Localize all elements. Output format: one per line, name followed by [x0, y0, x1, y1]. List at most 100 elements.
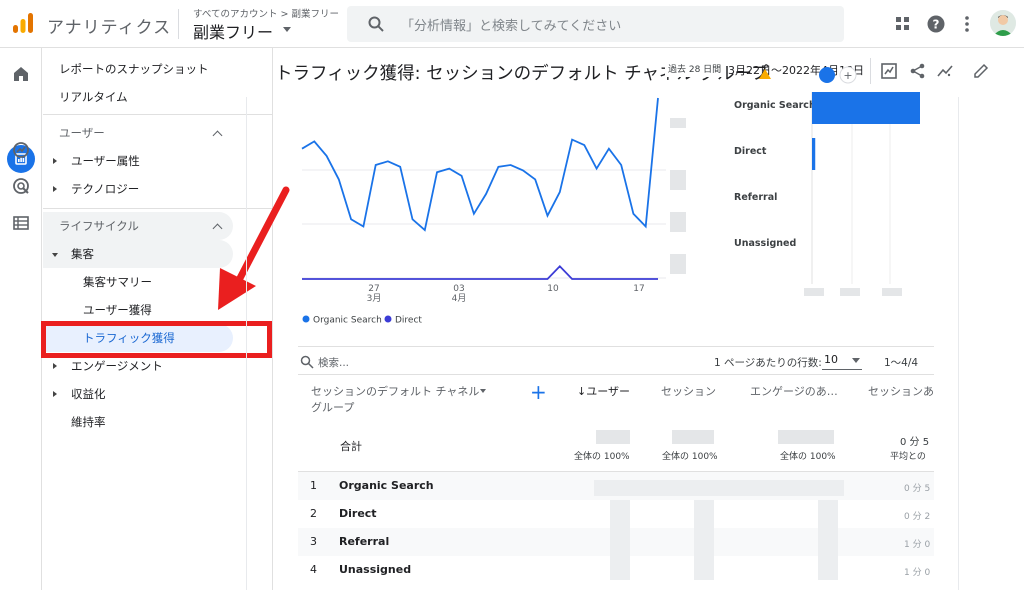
- row-per-session: 0 分 5: [904, 484, 931, 494]
- bar-category-label: Organic Search: [734, 100, 816, 111]
- account-breadcrumb[interactable]: すべてのアカウント > 副業フリー: [193, 6, 339, 20]
- column-header-engagement-per-session[interactable]: セッションあ: [868, 383, 934, 399]
- property-selector[interactable]: 副業フリー: [193, 19, 273, 43]
- expand-arrow-icon[interactable]: [53, 186, 57, 192]
- blurred-value: [672, 430, 714, 444]
- explore-icon[interactable]: [9, 138, 33, 162]
- report-navigation: レポートのスナップショット リアルタイム ユーザー ユーザー属性 テクノロジー …: [43, 48, 273, 590]
- customize-report-icon[interactable]: [880, 62, 898, 80]
- apps-grid-icon[interactable]: [893, 14, 913, 34]
- configure-list-icon[interactable]: [9, 211, 33, 235]
- row-channel-name: Referral: [339, 535, 390, 548]
- blurred-axis-label: [882, 288, 902, 296]
- nav-item-acquisition-overview[interactable]: 集客サマリー: [83, 268, 152, 296]
- expand-arrow-icon[interactable]: [53, 158, 57, 164]
- blurred-axis-label: [670, 254, 686, 274]
- row-index: 2: [310, 507, 317, 520]
- blurred-value: [610, 500, 630, 580]
- row-per-session: 1 分 0: [904, 540, 931, 550]
- blurred-value: [694, 500, 714, 580]
- dimension-dropdown-icon[interactable]: [480, 389, 486, 393]
- row-per-session: 0 分 2: [904, 512, 931, 522]
- user-avatar-icon: [990, 10, 1016, 36]
- bar[interactable]: [812, 92, 920, 124]
- rows-per-page-select[interactable]: 10: [824, 353, 838, 366]
- nav-item-retention[interactable]: 維持率: [71, 408, 106, 436]
- bar-category-label: Direct: [734, 146, 767, 157]
- avatar[interactable]: [990, 10, 1016, 36]
- chevron-down-icon[interactable]: [283, 27, 291, 32]
- home-icon[interactable]: [9, 62, 33, 86]
- x-tick-month: 3月: [367, 293, 382, 304]
- nav-divider: [43, 114, 273, 115]
- nav-item-acquisition[interactable]: 集客: [71, 240, 94, 268]
- x-tick-label: 10: [547, 284, 559, 294]
- row-index: 1: [310, 479, 317, 492]
- svg-text:?: ?: [933, 18, 940, 32]
- date-label[interactable]: 過去 28 日間: [665, 62, 725, 82]
- table-search-input[interactable]: 検索...: [318, 355, 349, 370]
- add-dimension-icon[interactable]: +: [530, 380, 547, 404]
- total-per-session-note: 平均との: [890, 452, 926, 462]
- table-divider: [298, 374, 934, 375]
- legend-label: Direct: [395, 316, 422, 326]
- divider: [178, 9, 179, 39]
- bar[interactable]: [812, 138, 816, 170]
- charts-area: 273月 034月 10 17 Organic Search Direct Organi…: [301, 92, 920, 326]
- help-icon[interactable]: ?: [926, 14, 946, 34]
- share-icon[interactable]: [909, 62, 927, 80]
- blurred-axis-label: [840, 288, 860, 296]
- legend-swatch: [384, 315, 392, 323]
- table-divider: [298, 346, 934, 347]
- column-header-dimension[interactable]: セッションのデフォルト チャネル: [311, 383, 479, 399]
- nav-item-user-acquisition[interactable]: ユーザー獲得: [83, 296, 152, 324]
- comparison-chips-icon[interactable]: +: [818, 64, 862, 86]
- total-users-pct: 全体の 100%: [574, 452, 630, 462]
- column-header-users[interactable]: ↓ユーザー: [577, 383, 630, 399]
- row-channel-name: Organic Search: [339, 479, 434, 492]
- total-engaged-pct: 全体の 100%: [780, 452, 836, 462]
- legend-swatch: [302, 315, 310, 323]
- chevron-up-icon[interactable]: [212, 130, 223, 141]
- nav-section-lifecycle[interactable]: ライフサイクル: [59, 212, 139, 240]
- date-preset-label: 過去 28 日間: [665, 63, 725, 77]
- row-channel-name: Unassigned: [339, 563, 412, 576]
- bar-category-label: Unassigned: [734, 238, 796, 249]
- expand-arrow-icon[interactable]: [53, 391, 57, 397]
- nav-item-realtime[interactable]: リアルタイム: [59, 83, 128, 111]
- more-vert-icon[interactable]: [957, 14, 977, 34]
- total-label: 合計: [340, 440, 362, 453]
- warning-icon[interactable]: [758, 68, 772, 80]
- collapse-arrow-icon[interactable]: [52, 253, 58, 257]
- row-index: 4: [310, 563, 317, 576]
- column-header-dimension-line2: グループ: [311, 401, 355, 414]
- search-bar[interactable]: 「分析情報」と検索してみてください: [347, 6, 844, 42]
- expand-arrow-icon[interactable]: [53, 363, 57, 369]
- chevron-down-icon[interactable]: [852, 358, 860, 363]
- highlight-box: [41, 321, 272, 358]
- insights-icon[interactable]: [936, 62, 954, 80]
- select-underline: [822, 369, 862, 370]
- nav-item-technology[interactable]: テクノロジー: [71, 175, 139, 203]
- column-header-sessions[interactable]: セッション: [661, 383, 716, 399]
- header-divider: [870, 58, 871, 84]
- edit-pencil-icon[interactable]: [972, 62, 990, 80]
- advertising-icon[interactable]: [9, 174, 33, 198]
- row-per-session: 1 分 0: [904, 568, 931, 578]
- row-channel-name: Direct: [339, 507, 377, 520]
- blurred-axis-label: [670, 170, 686, 190]
- rows-per-page-label: 1 ページあたりの行数:: [714, 357, 822, 369]
- pagination-status: 1～4/4: [884, 357, 919, 369]
- nav-section-user[interactable]: ユーザー: [59, 119, 105, 147]
- x-tick-label: 27: [368, 284, 379, 294]
- legend-label: Organic Search: [313, 316, 382, 326]
- app-name: アナリティクス: [47, 18, 172, 38]
- nav-item-snapshot[interactable]: レポートのスナップショット: [59, 55, 209, 83]
- search-icon: [368, 16, 384, 32]
- nav-item-user-attributes[interactable]: ユーザー属性: [71, 147, 140, 175]
- search-input[interactable]: 「分析情報」と検索してみてください: [401, 15, 621, 34]
- column-header-engaged-sessions[interactable]: エンゲージのあ…: [750, 383, 838, 399]
- nav-item-monetization[interactable]: 収益化: [71, 380, 106, 408]
- bar-category-label: Referral: [734, 192, 777, 203]
- blurred-value: [818, 500, 838, 580]
